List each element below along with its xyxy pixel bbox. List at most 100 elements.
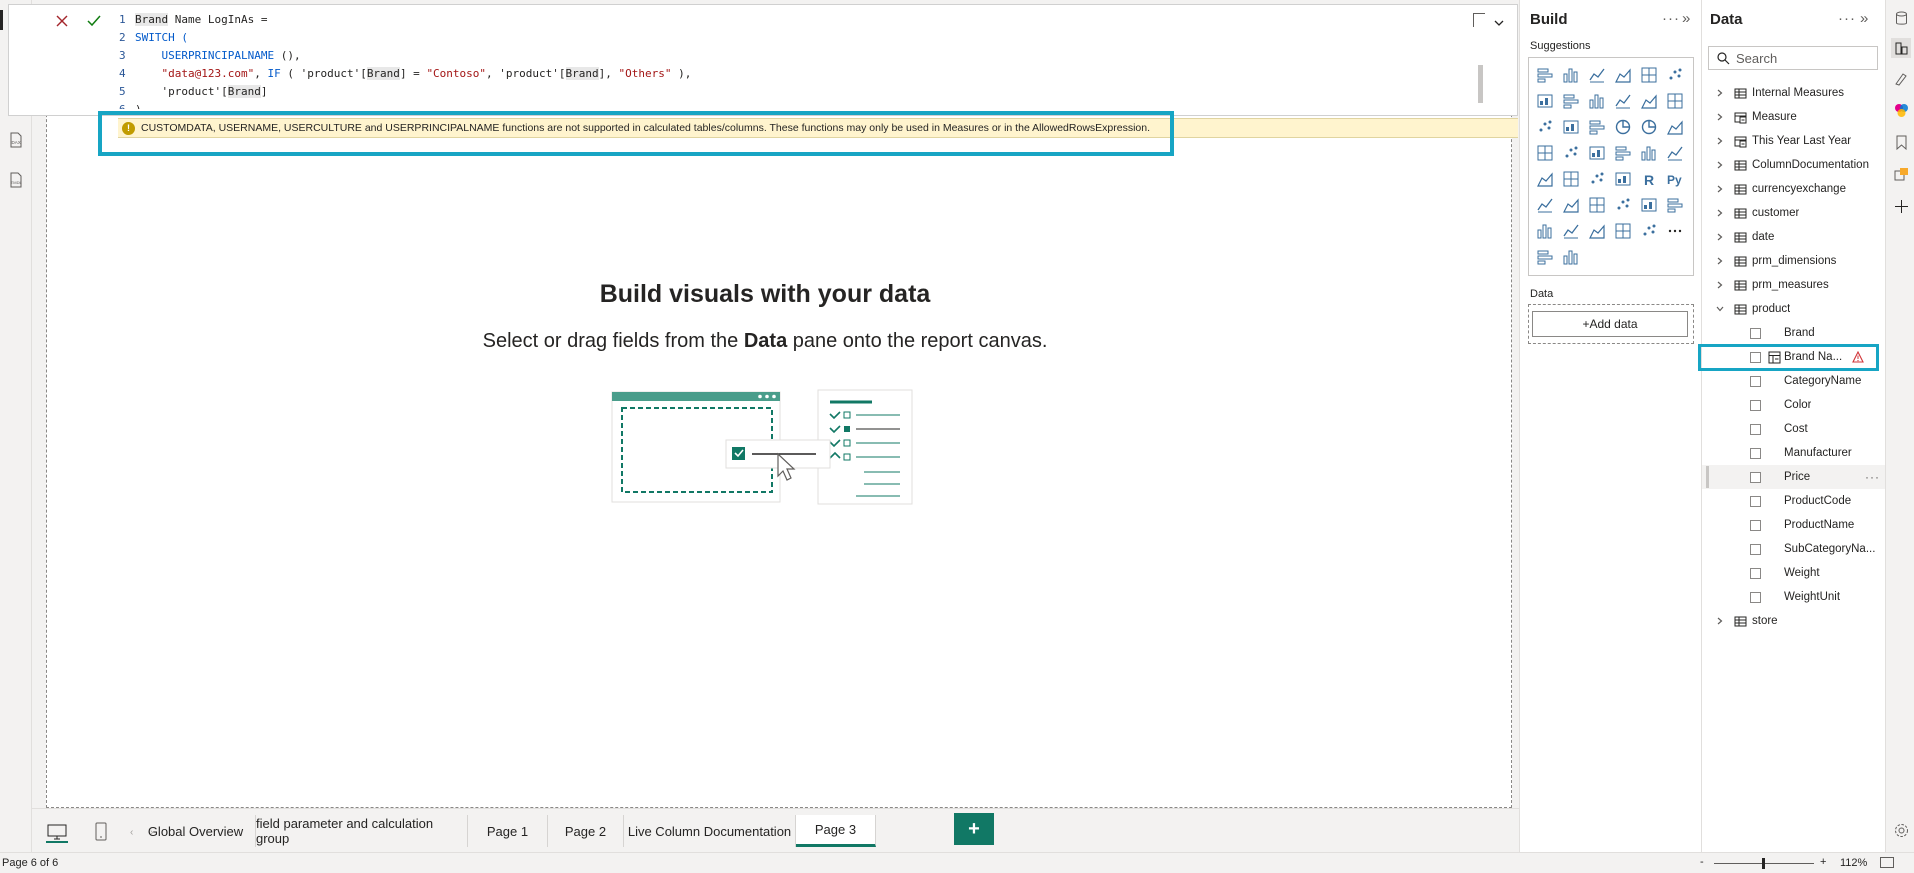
table-row[interactable]: date xyxy=(1702,225,1886,249)
add-page-button[interactable]: + xyxy=(954,813,994,845)
field-row[interactable]: Weight xyxy=(1702,561,1886,585)
trophy-icon[interactable] xyxy=(1610,192,1636,218)
fit-to-page-icon[interactable] xyxy=(1880,857,1894,868)
table-row[interactable]: Measure xyxy=(1702,105,1886,129)
power-automate-icon[interactable] xyxy=(1610,218,1636,244)
field-checkbox[interactable] xyxy=(1750,399,1761,411)
settings-gear-icon[interactable] xyxy=(1891,820,1911,840)
field-checkbox[interactable] xyxy=(1750,423,1761,435)
zoom-level[interactable]: 112% xyxy=(1840,857,1867,869)
more-options-icon[interactable]: ··· xyxy=(1838,10,1856,27)
arrow-chevron-icon[interactable] xyxy=(1636,218,1662,244)
azure-map-icon[interactable] xyxy=(1610,140,1636,166)
ribbon-chart-icon[interactable] xyxy=(1610,88,1636,114)
field-checkbox[interactable] xyxy=(1750,495,1761,507)
field-row[interactable]: Cost xyxy=(1702,417,1886,441)
cancel-formula-button[interactable] xyxy=(51,10,73,32)
chevron-right-icon[interactable] xyxy=(1716,161,1724,169)
decomposition-tree-icon[interactable] xyxy=(1558,192,1584,218)
add-data-button[interactable]: +Add data xyxy=(1532,311,1688,337)
more-visuals-icon[interactable] xyxy=(1662,218,1688,244)
chevron-right-icon[interactable] xyxy=(1716,257,1724,265)
power-apps-icon[interactable] xyxy=(1584,218,1610,244)
commit-formula-button[interactable] xyxy=(83,10,105,32)
mobile-layout-icon[interactable] xyxy=(90,821,112,843)
table-row[interactable]: ColumnDocumentation xyxy=(1702,153,1886,177)
map-icon[interactable] xyxy=(1558,140,1584,166)
stacked-area-icon[interactable] xyxy=(1584,88,1610,114)
card-icon[interactable] xyxy=(1662,140,1688,166)
zoom-in-button[interactable]: + xyxy=(1820,856,1826,868)
chevron-right-icon[interactable] xyxy=(1716,209,1724,217)
smart-narrative-icon[interactable] xyxy=(1662,192,1688,218)
table-row[interactable]: prm_measures xyxy=(1702,273,1886,297)
field-row[interactable]: CategoryName xyxy=(1702,369,1886,393)
page-tab[interactable]: Global Overview xyxy=(136,815,256,847)
field-checkbox[interactable] xyxy=(1750,447,1761,459)
search-input[interactable] xyxy=(1736,50,1876,66)
editor-scrollbar[interactable] xyxy=(1478,65,1483,103)
waterfall-icon[interactable] xyxy=(1532,114,1558,140)
chevron-down-icon[interactable] xyxy=(1716,305,1724,313)
page-tab[interactable]: field parameter and calculation group xyxy=(256,815,468,847)
qa-icon[interactable] xyxy=(1584,192,1610,218)
chevron-right-icon[interactable] xyxy=(1716,233,1724,241)
table-row[interactable]: currencyexchange xyxy=(1702,177,1886,201)
chevron-left-icon[interactable]: ‹ xyxy=(130,827,133,838)
field-row[interactable]: Color xyxy=(1702,393,1886,417)
field-checkbox[interactable] xyxy=(1750,471,1761,483)
chevron-right-icon[interactable] xyxy=(1716,617,1724,625)
field-checkbox[interactable] xyxy=(1750,543,1761,555)
data-pane-toggle-icon[interactable] xyxy=(1891,8,1911,28)
zoom-slider-thumb[interactable] xyxy=(1762,858,1765,869)
stacked-column-icon[interactable] xyxy=(1558,62,1584,88)
line-chart-icon[interactable] xyxy=(1532,88,1558,114)
table-row[interactable]: customer xyxy=(1702,201,1886,225)
clustered-column-icon[interactable] xyxy=(1610,62,1636,88)
copilot-icon[interactable] xyxy=(1891,100,1911,120)
chevron-down-icon[interactable] xyxy=(1491,15,1507,31)
field-row[interactable]: Price ··· xyxy=(1702,465,1886,489)
100-bar-icon[interactable] xyxy=(1636,62,1662,88)
zoom-out-button[interactable]: - xyxy=(1700,856,1704,868)
page-tab[interactable]: Live Column Documentation xyxy=(624,815,796,847)
pie-chart-icon[interactable] xyxy=(1610,114,1636,140)
donut-chart-icon[interactable] xyxy=(1636,114,1662,140)
dax-editor[interactable]: 1 Brand Name LogInAs = 2 SWITCH ( 3 USERPR… xyxy=(119,11,1479,109)
python-visual-icon[interactable]: Py xyxy=(1662,166,1688,192)
scatter-icon[interactable] xyxy=(1584,114,1610,140)
slicer-icon[interactable] xyxy=(1584,166,1610,192)
kpi-icon[interactable] xyxy=(1532,166,1558,192)
bookmark-icon[interactable] xyxy=(1891,132,1911,152)
field-row[interactable]: SubCategoryNa... xyxy=(1702,537,1886,561)
field-row[interactable]: Brand xyxy=(1702,321,1886,345)
selection-pane-icon[interactable] xyxy=(1891,164,1911,184)
line-column-icon[interactable] xyxy=(1636,88,1662,114)
field-row[interactable]: Manufacturer xyxy=(1702,441,1886,465)
matrix-icon[interactable] xyxy=(1610,166,1636,192)
r-visual-icon[interactable]: R xyxy=(1636,166,1662,192)
clustered-bar-icon[interactable] xyxy=(1584,62,1610,88)
field-row[interactable]: ProductCode xyxy=(1702,489,1886,513)
table-visual-icon[interactable] xyxy=(1558,166,1584,192)
dax-query-view-icon[interactable]: DAX xyxy=(4,128,28,152)
table-row[interactable]: prm_dimensions xyxy=(1702,249,1886,273)
table-row[interactable]: This Year Last Year xyxy=(1702,129,1886,153)
chevron-right-icon[interactable] xyxy=(1716,89,1724,97)
treemap2-icon[interactable] xyxy=(1532,140,1558,166)
data-pane-scroll-marker[interactable] xyxy=(1706,466,1709,488)
funnel-icon[interactable] xyxy=(1558,114,1584,140)
field-checkbox[interactable] xyxy=(1750,375,1761,387)
format-pane-icon[interactable] xyxy=(1891,68,1911,88)
chevron-right-icon[interactable] xyxy=(1716,137,1724,145)
table-row[interactable]: Internal Measures xyxy=(1702,81,1886,105)
shape-map-icon[interactable] xyxy=(1532,218,1558,244)
paginated-report-icon[interactable] xyxy=(1636,192,1662,218)
table-row[interactable]: product xyxy=(1702,297,1886,321)
image-icon[interactable] xyxy=(1558,218,1584,244)
field-more-options-icon[interactable]: ··· xyxy=(1865,470,1880,484)
onelake-map-icon[interactable] xyxy=(1532,244,1558,270)
chevron-right-icon[interactable] xyxy=(1716,281,1724,289)
build-pane-toggle-icon[interactable] xyxy=(1891,38,1911,58)
tmdl-view-icon[interactable]: TMDL xyxy=(4,168,28,192)
